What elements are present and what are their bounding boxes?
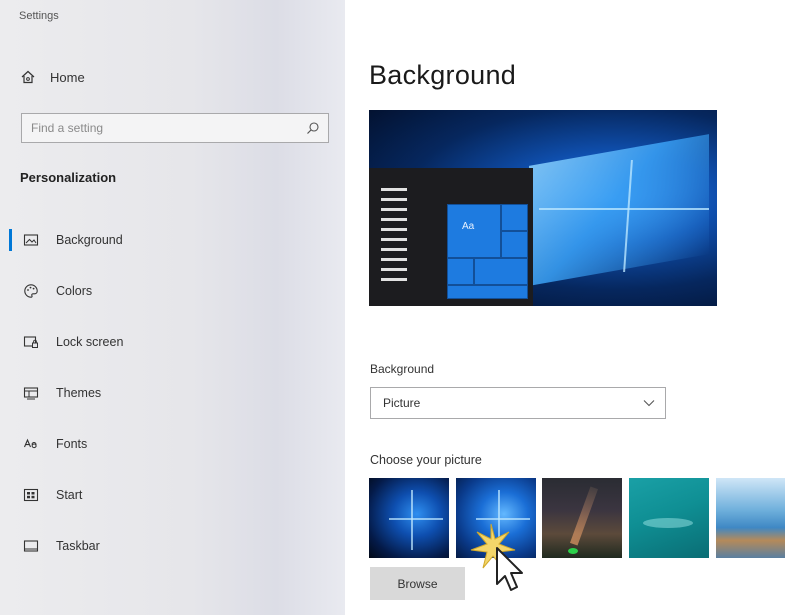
themes-icon [23, 386, 39, 399]
preview-tile [474, 258, 528, 285]
sidebar-item-start[interactable]: Start [0, 469, 345, 520]
app-title: Settings [19, 10, 59, 22]
preview-app-list [381, 188, 407, 288]
search-box[interactable] [21, 113, 329, 143]
page-title: Background [369, 60, 517, 90]
sidebar-item-fonts[interactable]: Fonts [0, 418, 345, 469]
start-icon [23, 488, 39, 501]
browse-button[interactable]: Browse [370, 567, 465, 600]
sidebar-item-colors[interactable]: Colors [0, 265, 345, 316]
sidebar-item-label: Taskbar [56, 538, 100, 553]
wallpaper-window-glow [529, 134, 709, 286]
sidebar-nav: Background Colors Lock screen Themes Fon… [0, 214, 345, 571]
picture-icon [23, 233, 39, 246]
background-type-value: Picture [383, 396, 421, 410]
picture-thumbnails [369, 478, 785, 560]
section-title: Personalization [20, 170, 117, 185]
sidebar-item-label: Themes [56, 385, 102, 400]
search-icon [307, 122, 319, 134]
preview-tiles: Aa [447, 204, 531, 300]
picture-thumbnail-4[interactable] [629, 478, 709, 558]
sidebar-item-background[interactable]: Background [0, 214, 345, 265]
preview-tile [501, 231, 528, 258]
sidebar-item-label: Colors [56, 283, 93, 298]
preview-tile [501, 204, 528, 231]
picture-thumbnail-1[interactable] [369, 478, 449, 558]
preview-tile [447, 258, 474, 285]
lock-screen-icon [23, 335, 38, 348]
sidebar-item-label: Background [56, 232, 123, 247]
sidebar-item-lock-screen[interactable]: Lock screen [0, 316, 345, 367]
preview-start-menu: Aa [369, 168, 533, 306]
picture-thumbnail-3[interactable] [542, 478, 622, 558]
home-label: Home [50, 69, 85, 85]
sidebar: Settings Home Personalization Background [0, 0, 345, 615]
sidebar-item-taskbar[interactable]: Taskbar [0, 520, 345, 571]
home-link[interactable]: Home [20, 66, 85, 88]
preview-tile-text: Aa [462, 221, 475, 232]
preview-tile [447, 285, 528, 299]
main-content: Background Aa Background Picture Choose … [345, 0, 785, 615]
home-icon [21, 70, 35, 84]
search-input[interactable] [31, 121, 291, 135]
sidebar-item-label: Fonts [56, 436, 88, 451]
choose-picture-label: Choose your picture [370, 453, 482, 467]
background-type-select[interactable]: Picture [370, 387, 666, 419]
picture-thumbnail-5[interactable] [716, 478, 785, 558]
sidebar-item-label: Start [56, 487, 83, 502]
sidebar-item-themes[interactable]: Themes [0, 367, 345, 418]
sidebar-item-label: Lock screen [56, 334, 124, 349]
preview-tile: Aa [447, 204, 501, 258]
fonts-icon [23, 438, 37, 448]
desktop-preview: Aa [369, 110, 717, 306]
taskbar-icon [23, 539, 39, 552]
chevron-down-icon [643, 400, 655, 407]
background-type-label: Background [370, 362, 435, 376]
palette-icon [24, 283, 38, 298]
picture-thumbnail-2[interactable] [456, 478, 536, 558]
wallpaper-window-bar [539, 208, 709, 210]
